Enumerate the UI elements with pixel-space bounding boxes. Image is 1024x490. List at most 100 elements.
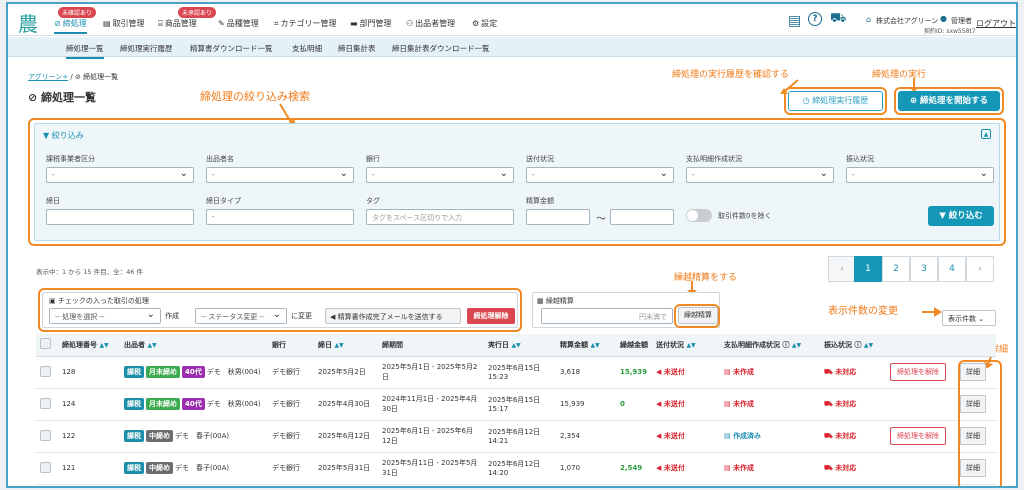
release-cell: 締処理を解除 [886,356,956,389]
row-checkbox[interactable] [40,429,51,441]
list-icon: ▤ [103,19,111,28]
change-label[interactable]: に変更 [291,311,312,321]
closing-type-label: 締日タイプ [206,197,241,205]
send-status: ◀ 未送付 [652,388,720,421]
col-actions [886,334,956,357]
release-row-button[interactable]: 締処理を解除 [890,427,946,445]
sort-icon: ▲▼ [686,341,696,349]
seller-tag: 課税 [124,398,144,410]
nav-tab-varieties[interactable]: ✎ 品種管理 [218,18,259,29]
nav-tab-closing[interactable]: ⊘ 締処理 [54,18,87,34]
create-label[interactable]: 作成 [165,311,179,321]
collapse-icon[interactable]: ▲ [981,129,991,139]
payment-label: 支払明細作成状況 [686,155,742,163]
amount-min-input[interactable] [526,209,590,225]
annotation-arrow [922,307,942,317]
carry-amount-input[interactable]: 円未満で [541,308,673,324]
display-count-select[interactable]: 表示件数 ⌄ [942,310,996,326]
subtab-statement-downloads[interactable]: 精算書ダウンロード一覧 [190,43,273,54]
nav-tab-sellers[interactable]: ⚇ 出品者管理 [406,18,455,29]
release-row-button[interactable]: 締処理を解除 [890,363,946,381]
seller-name: デモ 秋男(004) [206,368,261,376]
carry-cell [616,420,652,453]
col-closing-id[interactable]: 締処理番号 ▲▼ [58,334,120,357]
nav-tab-departments[interactable]: ▬ 部門管理 [350,18,392,29]
seller-tag: 中締め [146,430,173,442]
col-send[interactable]: 送付状況 ▲▼ [652,334,720,357]
brand-logo[interactable]: 農 [18,8,38,37]
print-icon[interactable]: ▤ [788,13,801,29]
nav-tab-settings[interactable]: ⚙ 設定 [472,18,497,29]
subtab-summary-downloads[interactable]: 締日集計表ダウンロード一覧 [392,43,490,54]
seller-tag: 月末締め [146,366,180,378]
bulk-action-select[interactable]: -- 処理を選択 -- [49,308,161,324]
period-cell: 2025年5月11日 - 2025年5月31日 [378,452,484,485]
release-closing-button[interactable]: 締処理解除 [467,308,515,324]
col-payment[interactable]: 支払明細作成状況 ⓘ ▲▼ [720,334,820,357]
breadcrumb-current: 締処理一覧 [83,73,119,81]
col-exec-date[interactable]: 実行日 ▲▼ [484,334,556,357]
payment-status: ▤ 未作成 [720,452,820,485]
transfer-icon: ⛟ [824,400,836,408]
transfer-icon: ⛟ [824,432,836,440]
col-amount[interactable]: 精算金額 ▲▼ [556,334,616,357]
subtab-closing-list[interactable]: 締処理一覧 [66,43,104,59]
send-mail-button[interactable]: ◀ 精算書作成完了メールを送信する [325,308,461,324]
logout-link[interactable]: ログアウト [976,18,1016,29]
bank-select[interactable]: - [366,167,514,183]
carry-button[interactable]: 繰越精算 [678,307,718,324]
subtab-closing-summary[interactable]: 締日集計表 [338,43,376,54]
page-2[interactable]: 2 [882,256,910,282]
user-icon: ● [940,14,947,23]
status-change-select[interactable]: -- ステータス変更 -- [195,308,287,324]
filter-title[interactable]: ▼ 絞り込み [43,130,84,141]
sort-icon: ▲▼ [99,341,109,349]
folder-icon: ▬ [350,19,358,28]
subtab-payment-details[interactable]: 支払明細 [292,43,322,54]
bank-cell: デモ銀行 [268,452,314,485]
help-icon: ⓘ [782,340,790,349]
amount-max-input[interactable] [610,209,674,225]
exec-cell: 2025年6月15日 15:23 [484,356,556,389]
select-all-checkbox[interactable] [40,338,51,350]
help-icon: ⓘ [854,340,862,349]
closing-id: 128 [58,356,120,389]
apply-filter-button[interactable]: ▼ 絞り込む [928,206,994,226]
seller-cell: 課税 中締め デモ 春子(00A) [120,420,268,453]
tax-select[interactable]: - [46,167,194,183]
tag-input[interactable]: タグをスペース区切りで入力 [366,209,514,225]
payment-select[interactable]: - [686,167,834,183]
page-next[interactable]: › [966,256,994,282]
nav-tab-products[interactable]: ⌸ 商品管理 [158,18,197,29]
exclude-zero-toggle[interactable] [686,209,712,222]
closing-history-button[interactable]: ◷ 締処理実行履歴 [788,91,883,111]
col-date[interactable]: 締日 ▲▼ [314,334,378,357]
row-checkbox[interactable] [40,461,51,473]
transfer-status: ⛟ 未対応 [820,388,886,421]
cart-icon[interactable]: ⛟ [830,11,846,28]
subtab-closing-history[interactable]: 締処理実行履歴 [120,43,173,54]
date-cell: 2025年5月31日 [314,452,378,485]
page-1[interactable]: 1 [854,256,882,282]
page-title: ⊘ 締処理一覧 [28,91,97,104]
release-cell [886,388,956,421]
col-transfer[interactable]: 振込状況 ⓘ ▲▼ [820,334,886,357]
closing-date-input[interactable] [46,209,194,225]
page-4[interactable]: 4 [938,256,966,282]
row-checkbox[interactable] [40,365,51,377]
col-seller[interactable]: 出品者 ▲▼ [120,334,268,357]
send-select[interactable]: - [526,167,674,183]
closing-type-select[interactable]: - [206,209,354,225]
row-checkbox[interactable] [40,397,51,409]
help-icon[interactable]: ? [808,12,822,26]
page-3[interactable]: 3 [910,256,938,282]
sub-navbar: 締処理一覧 締処理実行履歴 精算書ダウンロード一覧 支払明細 締日集計表 締日集… [8,37,1016,59]
start-closing-button[interactable]: ⊕ 締処理を開始する [898,91,1000,111]
transfer-select[interactable]: - [846,167,994,183]
seller-select[interactable]: - [206,167,354,183]
page-prev[interactable]: ‹ [828,256,856,282]
breadcrumb-root[interactable]: アグリーン+ [28,73,68,81]
nav-tab-transactions[interactable]: ▤ 取引管理 [103,18,145,29]
nav-tab-categories[interactable]: ⌗ カテゴリー管理 [274,18,337,29]
date-cell: 2025年4月30日 [314,388,378,421]
